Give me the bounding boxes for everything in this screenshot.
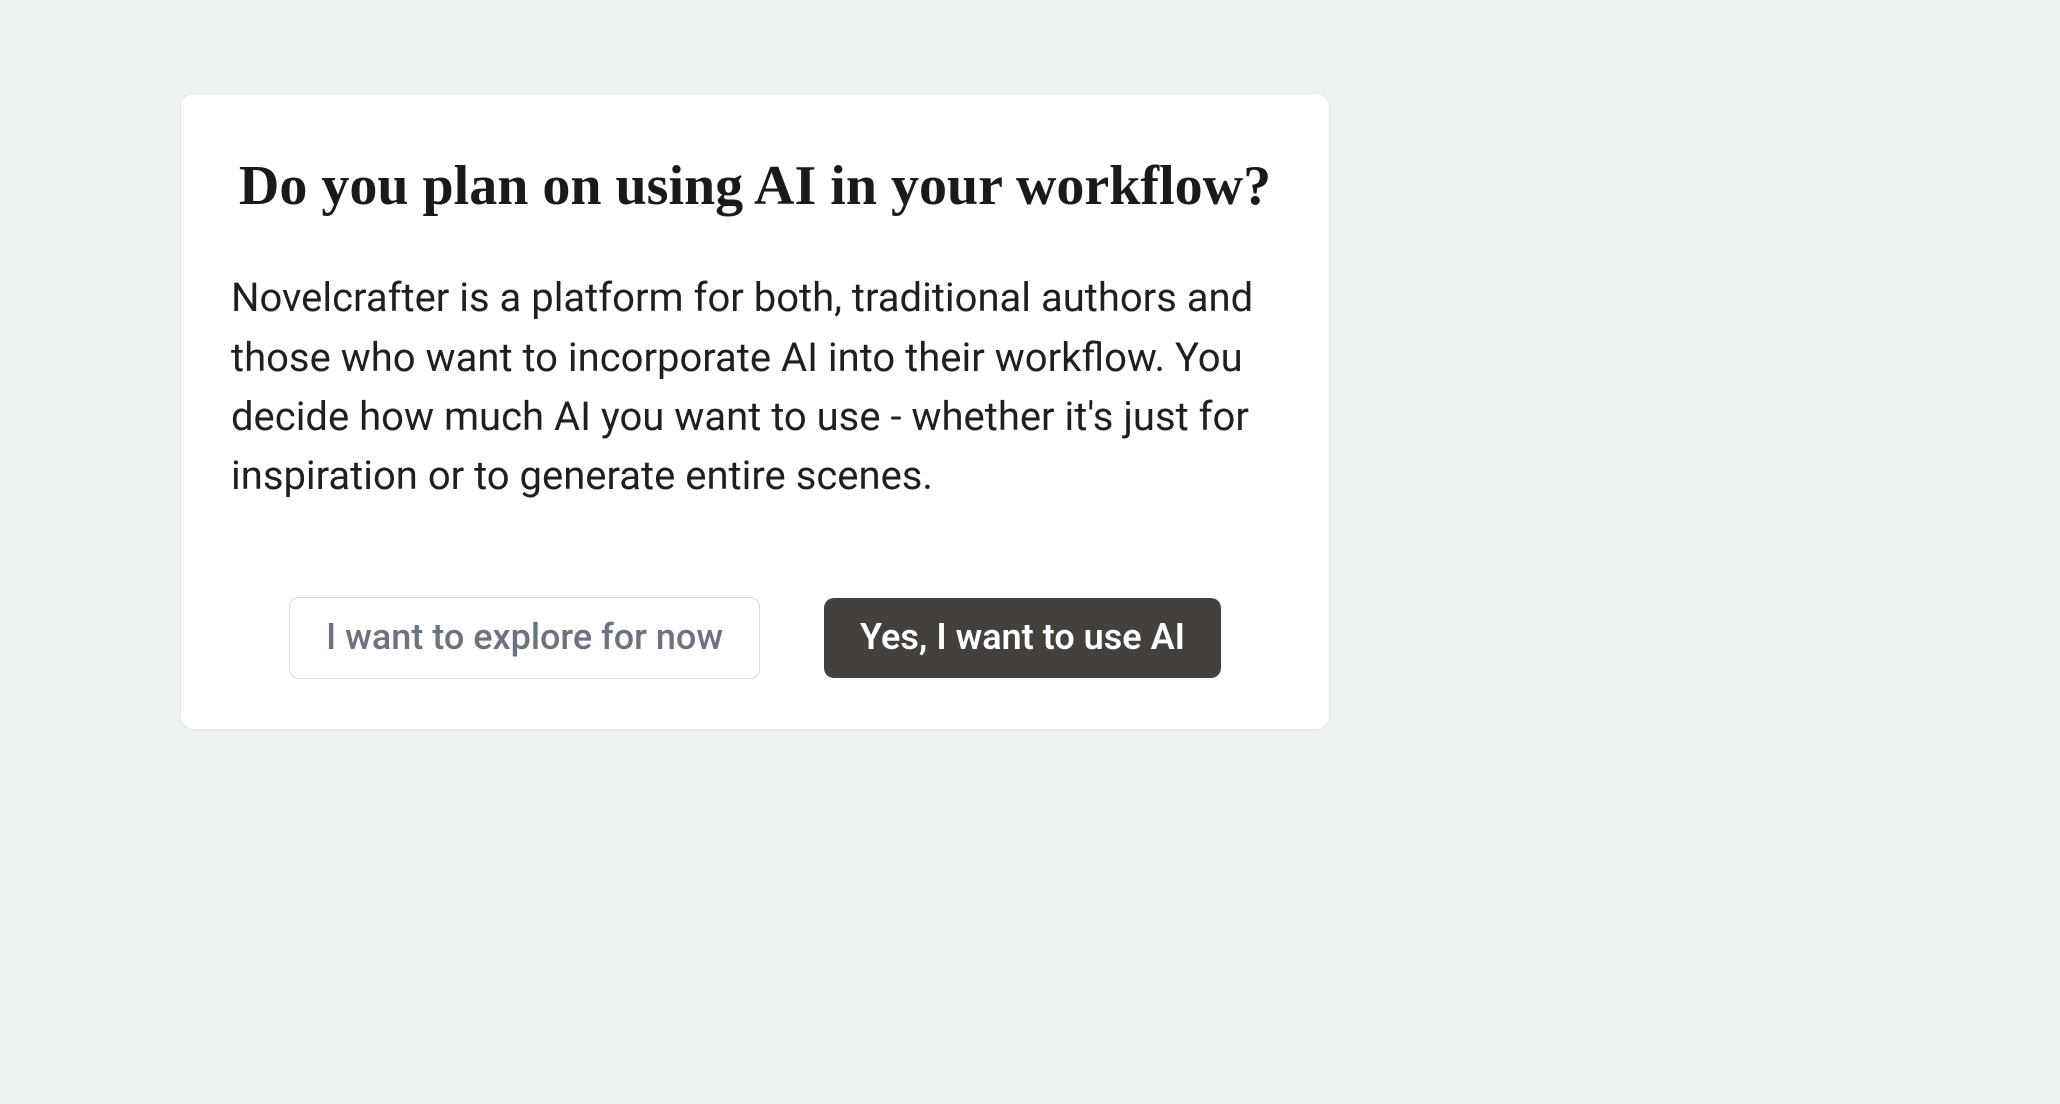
dialog-button-row: I want to explore for now Yes, I want to… (231, 597, 1279, 679)
onboarding-dialog: Do you plan on using AI in your workflow… (180, 93, 1330, 730)
dialog-body-text: Novelcrafter is a platform for both, tra… (231, 268, 1279, 505)
explore-button[interactable]: I want to explore for now (289, 597, 760, 679)
use-ai-button[interactable]: Yes, I want to use AI (824, 598, 1221, 678)
dialog-heading: Do you plan on using AI in your workflow… (231, 154, 1279, 218)
